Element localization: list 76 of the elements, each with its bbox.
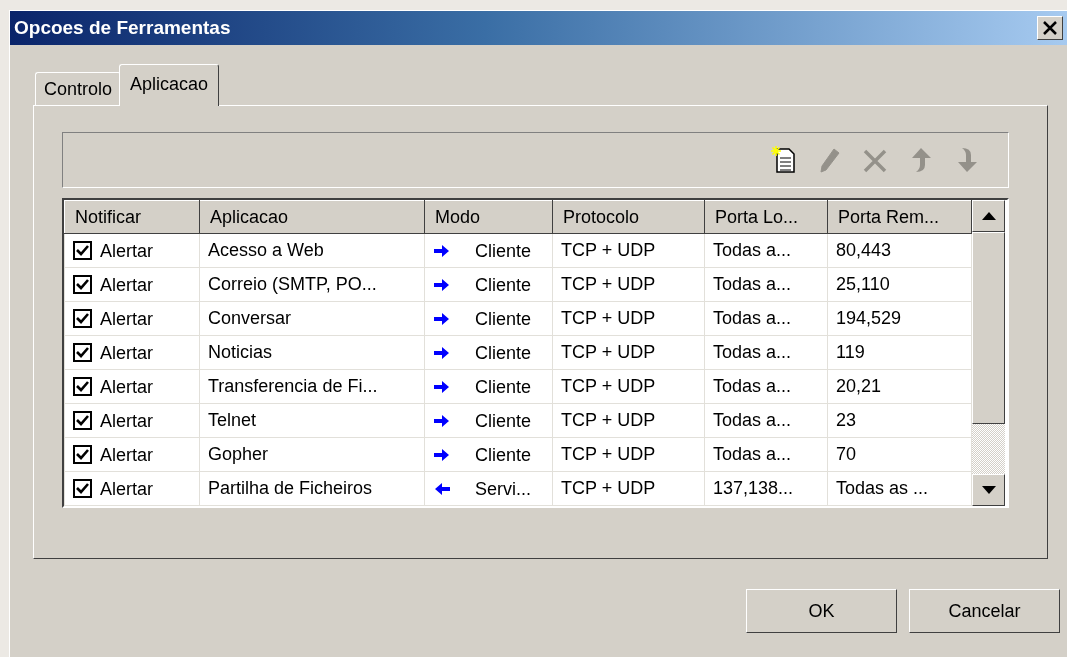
close-button[interactable]	[1037, 16, 1063, 40]
mode-label: Cliente	[475, 240, 532, 261]
column-header[interactable]: Aplicacao	[199, 200, 425, 234]
mode-label: Servi...	[475, 478, 531, 499]
table-cell: Correio (SMTP, PO...	[199, 267, 425, 302]
table-cell: 137,138...	[704, 471, 828, 506]
scroll-thumb[interactable]	[972, 232, 1005, 424]
tab[interactable]: Controlo	[35, 72, 122, 105]
mode-label: Cliente	[475, 274, 532, 295]
mode-label: Cliente	[475, 376, 532, 397]
mode-label: Cliente	[475, 444, 532, 465]
table-cell: 80,443	[827, 233, 972, 268]
checkbox[interactable]	[73, 411, 92, 431]
table-cell: Gopher	[199, 437, 425, 472]
table-cell: TCP + UDP	[552, 335, 705, 370]
table-cell: TCP + UDP	[552, 369, 705, 404]
notify-label: Alertar	[100, 274, 153, 295]
table-cell: Todas as ...	[827, 471, 972, 506]
table-cell: TCP + UDP	[552, 403, 705, 438]
checkbox[interactable]	[73, 309, 92, 329]
checkbox[interactable]	[73, 275, 92, 295]
notify-label: Alertar	[100, 342, 153, 363]
table-cell: Todas a...	[704, 267, 828, 302]
checkbox[interactable]	[73, 377, 92, 397]
dialog-button[interactable]: Cancelar	[909, 589, 1060, 633]
mode-label: Cliente	[475, 342, 532, 363]
column-header[interactable]: Modo	[424, 200, 553, 234]
table-cell: 119	[827, 335, 972, 370]
column-header[interactable]: Notificar	[64, 200, 200, 234]
table-cell: TCP + UDP	[552, 267, 705, 302]
notify-label: Alertar	[100, 478, 153, 499]
table-cell: Transferencia de Fi...	[199, 369, 425, 404]
notify-label: Alertar	[100, 444, 153, 465]
notify-label: Alertar	[100, 376, 153, 397]
table-cell: 70	[827, 437, 972, 472]
table-cell: TCP + UDP	[552, 437, 705, 472]
table-cell: Todas a...	[704, 335, 828, 370]
scroll-up-button[interactable]	[972, 200, 1005, 232]
table-cell: Todas a...	[704, 233, 828, 268]
table-cell: 23	[827, 403, 972, 438]
up-arrow-icon	[981, 212, 996, 220]
table-cell: Partilha de Ficheiros	[199, 471, 425, 506]
column-header[interactable]: Porta Lo...	[704, 200, 828, 234]
table-cell: Telnet	[199, 403, 425, 438]
window-title: Opcoes de Ferramentas	[14, 15, 231, 40]
table-cell: Acesso a Web	[199, 233, 425, 268]
checkbox[interactable]	[73, 343, 92, 363]
scrollbar[interactable]	[972, 200, 1005, 506]
table-cell: TCP + UDP	[552, 301, 705, 336]
column-header[interactable]: Protocolo	[552, 200, 705, 234]
notify-label: Alertar	[100, 308, 153, 329]
tab[interactable]: Aplicacao	[119, 64, 220, 106]
table-cell: Todas a...	[704, 403, 828, 438]
new-document-icon[interactable]	[768, 145, 798, 175]
down-arrow-icon	[981, 486, 996, 494]
column-header[interactable]: Porta Rem...	[827, 200, 972, 234]
table-cell: 25,110	[827, 267, 972, 302]
dialog-button[interactable]: OK	[746, 589, 897, 633]
table-cell: Noticias	[199, 335, 425, 370]
table-cell: TCP + UDP	[552, 471, 705, 506]
table-cell: 20,21	[827, 369, 972, 404]
notify-label: Alertar	[100, 410, 153, 431]
table-cell: Todas a...	[704, 369, 828, 404]
close-icon	[1042, 21, 1058, 35]
table-cell: Todas a...	[704, 301, 828, 336]
mode-label: Cliente	[475, 410, 532, 431]
mode-label: Cliente	[475, 308, 532, 329]
checkbox[interactable]	[73, 241, 92, 261]
table-cell: Todas a...	[704, 437, 828, 472]
table-cell: 194,529	[827, 301, 972, 336]
checkbox[interactable]	[73, 479, 92, 499]
checkbox[interactable]	[73, 445, 92, 465]
table-cell: Conversar	[199, 301, 425, 336]
scroll-down-button[interactable]	[972, 474, 1005, 506]
table-cell: TCP + UDP	[552, 233, 705, 268]
notify-label: Alertar	[100, 240, 153, 261]
